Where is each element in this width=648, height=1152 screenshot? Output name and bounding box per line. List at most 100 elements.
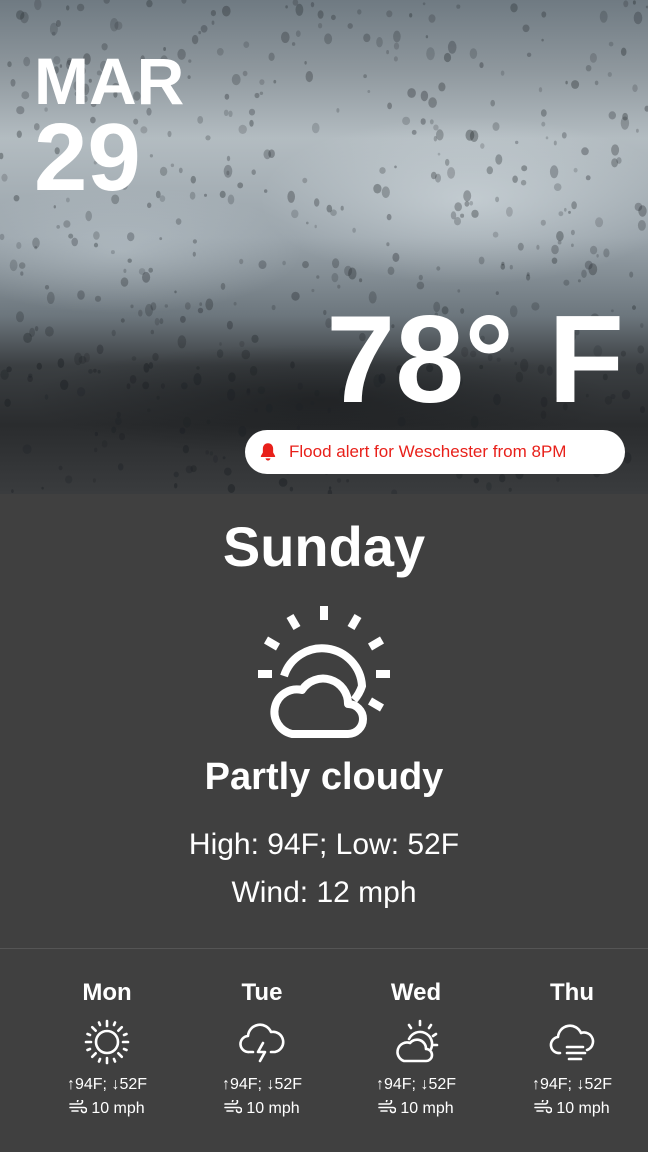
raindrop — [500, 70, 505, 76]
raindrop — [450, 211, 457, 220]
forecast-wind: 10 mph — [341, 1100, 491, 1118]
raindrop — [34, 0, 42, 11]
raindrop — [243, 41, 250, 48]
raindrop — [268, 52, 275, 61]
raindrop — [346, 479, 349, 483]
raindrop — [637, 345, 645, 354]
raindrop — [599, 10, 608, 23]
raindrop — [289, 486, 294, 492]
raindrop — [473, 477, 479, 484]
raindrop — [359, 278, 363, 283]
raindrop — [311, 288, 315, 293]
raindrop — [540, 109, 547, 117]
raindrop — [540, 219, 546, 226]
wind-icon — [69, 1100, 88, 1114]
raindrop — [326, 204, 333, 213]
raindrop — [510, 3, 518, 13]
raindrop — [478, 256, 485, 265]
raindrop — [88, 369, 93, 374]
raindrop — [596, 254, 599, 258]
raindrop — [291, 291, 300, 301]
raindrop — [640, 323, 644, 328]
raindrop — [426, 47, 435, 61]
raindrop — [570, 229, 575, 236]
raindrop — [188, 59, 192, 63]
raindrop — [332, 258, 340, 269]
flood-alert-pill[interactable]: Flood alert for Weschester from 8PM — [245, 430, 625, 474]
raindrop — [425, 35, 429, 39]
raindrop — [480, 143, 485, 149]
raindrop — [386, 10, 393, 18]
raindrop — [96, 344, 104, 355]
raindrop — [324, 33, 333, 45]
raindrop — [101, 440, 108, 448]
raindrop — [522, 24, 530, 33]
raindrop — [197, 307, 204, 314]
raindrop — [393, 56, 398, 62]
raindrop — [94, 431, 98, 437]
raindrop — [92, 478, 96, 483]
raindrop — [373, 183, 382, 194]
raindrop — [584, 260, 593, 270]
raindrop — [120, 277, 129, 287]
raindrop — [1, 173, 8, 182]
raindrop — [392, 252, 400, 262]
raindrop — [422, 2, 426, 6]
raindrop — [526, 272, 530, 277]
raindrop — [557, 240, 562, 245]
raindrop — [192, 239, 197, 244]
raindrop — [447, 40, 457, 54]
raindrop — [486, 166, 493, 175]
raindrop — [174, 290, 177, 294]
raindrop — [233, 301, 237, 306]
raindrop — [393, 42, 400, 50]
raindrop — [436, 266, 441, 271]
raindrop — [175, 218, 182, 225]
raindrop — [336, 478, 342, 483]
raindrop — [644, 105, 648, 112]
raindrop — [160, 383, 165, 389]
raindrop — [59, 379, 69, 390]
raindrop — [420, 118, 426, 125]
raindrop — [302, 177, 308, 184]
raindrop — [120, 318, 125, 323]
raindrop — [297, 382, 303, 390]
raindrop — [611, 158, 618, 168]
raindrop — [306, 221, 309, 225]
raindrop — [152, 352, 159, 361]
raindrop — [620, 116, 630, 130]
raindrop — [311, 122, 320, 134]
raindrop — [447, 167, 456, 179]
forecast-wind: 10 mph — [32, 1100, 182, 1118]
raindrop — [248, 108, 256, 116]
raindrop — [564, 207, 567, 212]
raindrop — [433, 124, 439, 131]
raindrop — [553, 140, 557, 146]
raindrop — [251, 334, 259, 343]
raindrop — [20, 271, 24, 276]
raindrop — [310, 2, 315, 8]
raindrop — [435, 173, 441, 183]
hero-rain-background: MAR 29 78° F Flood alert for Weschester … — [0, 0, 648, 494]
forecast-high-low: ↑94F; ↓52F — [221, 1076, 303, 1093]
raindrop — [0, 233, 5, 241]
raindrop — [249, 119, 254, 127]
raindrop — [437, 152, 441, 156]
raindrop — [611, 144, 620, 156]
raindrop — [138, 309, 143, 317]
raindrop — [210, 10, 216, 17]
raindrop — [629, 271, 634, 278]
raindrop — [517, 242, 524, 251]
raindrop — [317, 10, 324, 19]
raindrop — [77, 290, 85, 300]
raindrop — [6, 366, 12, 373]
raindrop — [416, 281, 425, 290]
raindrop — [565, 80, 568, 85]
forecast-row: Mon ↑94F; ↓52F 10 mph Tue ↑94F; ↓52F 10 … — [0, 949, 648, 1152]
raindrop — [265, 403, 273, 413]
raindrop — [492, 122, 500, 131]
raindrop — [585, 65, 592, 72]
raindrop — [68, 233, 74, 239]
raindrop — [357, 9, 362, 15]
raindrop — [363, 33, 371, 43]
